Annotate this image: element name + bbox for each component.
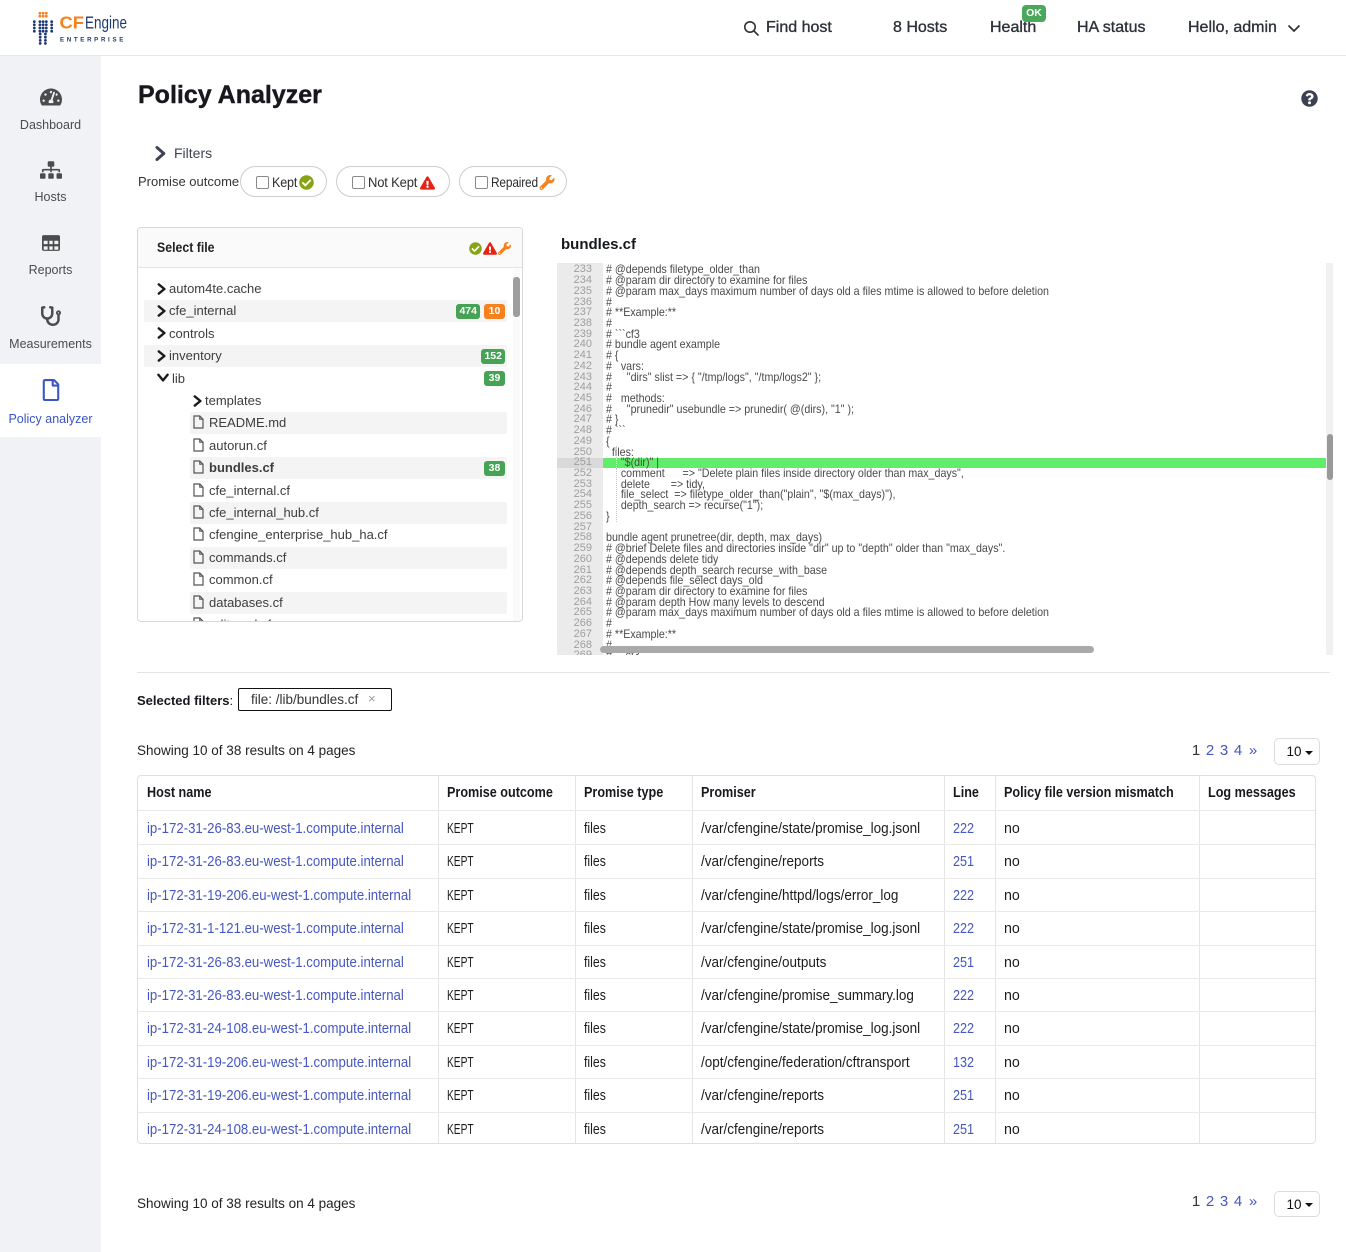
svg-text:Engine: Engine [85,13,127,33]
svg-text:ENTERPRISE: ENTERPRISE [60,37,126,44]
svg-text:CF: CF [60,13,85,33]
